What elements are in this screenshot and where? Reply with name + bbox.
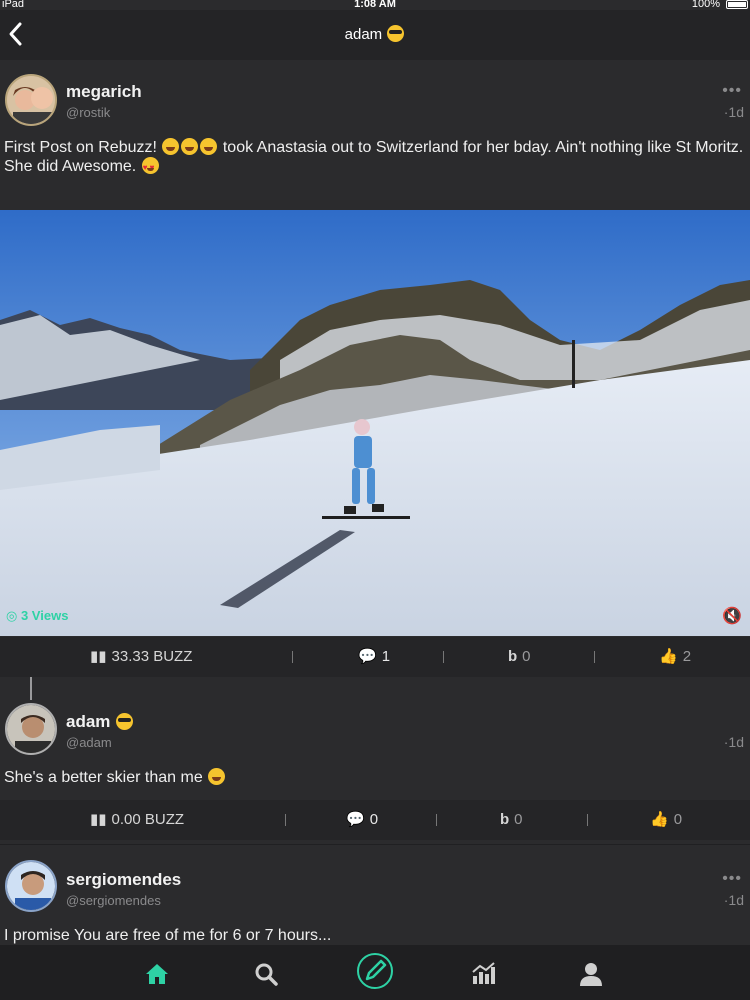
tab-stats[interactable] [463, 953, 503, 993]
stats-icon [472, 962, 495, 985]
grin-emoji-icon [162, 138, 180, 155]
battery-percent: 100% [691, 0, 720, 10]
reply-stats-bar: ▮▮ 0.00 BUZZ 💬 0 b0 👍 0 [0, 800, 750, 840]
view-count-text: 3 Views [20, 608, 69, 623]
views-icon: ◎ [6, 608, 18, 623]
thread-line [30, 677, 32, 701]
nav-bar: adam [0, 10, 750, 60]
handle[interactable]: @rostik [66, 105, 110, 120]
laughing-emoji-icon [208, 768, 226, 785]
bar-chart-icon: ▮▮ [90, 811, 107, 828]
avatar[interactable] [5, 703, 57, 755]
tab-profile[interactable] [571, 953, 611, 993]
buzz-stat[interactable]: ▮▮ 33.33 BUZZ [90, 637, 192, 677]
post-time: ·1d [723, 892, 744, 908]
clock: 1:08 AM [354, 0, 396, 10]
rebuzz-button[interactable]: b0 [500, 800, 523, 840]
thumbs-up-icon: 👍 [650, 811, 669, 828]
avatar[interactable] [5, 74, 57, 126]
tab-bar [0, 945, 750, 1000]
reply-post: adam @adam ·1d She's a better skier than… [0, 700, 750, 800]
tab-home[interactable] [137, 953, 177, 993]
main-post: megarich @rostik ••• ·1d First Post on R… [0, 60, 750, 210]
battery-icon [726, 0, 748, 9]
comment-count: 1 [381, 648, 391, 665]
rebuzz-icon: b [500, 811, 510, 828]
username-text: adam [66, 712, 111, 731]
reply-text: She's a better skier than me [4, 769, 203, 786]
rebuzz-count: 0 [514, 811, 523, 828]
rebuzz-count: 0 [522, 648, 531, 665]
username[interactable]: sergiomendes [66, 870, 181, 890]
like-count: 2 [682, 648, 692, 665]
post-time: ·1d [723, 104, 744, 120]
comment-icon: 💬 [358, 648, 377, 665]
comment-button[interactable]: 💬 1 [358, 637, 390, 677]
rebuzz-button[interactable]: b0 [508, 637, 531, 677]
sunglasses-emoji-icon [387, 25, 405, 42]
view-count: ◎ 3 Views [6, 608, 68, 624]
handle[interactable]: @sergiomendes [66, 893, 161, 908]
sunglasses-emoji-icon [116, 713, 134, 730]
status-bar: iPad 1:08 AM 100% [0, 0, 750, 10]
post-text: She's a better skier than me [4, 768, 744, 787]
more-options-icon[interactable]: ••• [722, 82, 742, 100]
post-time: ·1d [723, 734, 744, 750]
divider [443, 651, 444, 663]
like-button[interactable]: 👍 2 [659, 637, 691, 677]
like-count: 0 [673, 811, 683, 828]
mute-icon[interactable]: 🔇 [722, 606, 742, 626]
comment-button[interactable]: 💬 0 [346, 800, 378, 840]
avatar-image [7, 705, 55, 753]
username[interactable]: megarich [66, 82, 142, 102]
post-photo[interactable]: ◎ 3 Views 🔇 [0, 210, 750, 636]
page-title: adam [0, 25, 750, 43]
post-text: First Post on Rebuzz! took Anastasia out… [4, 138, 744, 177]
divider [285, 814, 286, 826]
comment-icon: 💬 [346, 811, 365, 828]
buzz-stat[interactable]: ▮▮ 0.00 BUZZ [90, 800, 184, 840]
compose-icon [365, 959, 387, 981]
home-icon [146, 964, 168, 985]
divider [587, 814, 588, 826]
avatar[interactable] [5, 860, 57, 912]
tab-compose[interactable] [357, 953, 393, 989]
divider [594, 651, 595, 663]
avatar-image [7, 76, 55, 124]
like-button[interactable]: 👍 0 [650, 800, 682, 840]
comment-count: 0 [369, 811, 379, 828]
post: sergiomendes @sergiomendes ••• ·1d I pro… [0, 844, 750, 945]
page-title-text: adam [344, 26, 383, 43]
heart-eyes-emoji-icon [141, 157, 159, 177]
handle[interactable]: @adam [66, 735, 112, 750]
bar-chart-icon: ▮▮ [90, 648, 107, 665]
grin-emoji-icon [181, 138, 199, 155]
buzz-value: 33.33 BUZZ [111, 648, 193, 665]
thumbs-up-icon: 👍 [659, 648, 678, 665]
post-text: I promise You are free of me for 6 or 7 … [4, 927, 332, 944]
post-stats-bar: ▮▮ 33.33 BUZZ 💬 1 b0 👍 2 [0, 637, 750, 677]
avatar-image [7, 862, 55, 910]
profile-icon [580, 963, 602, 987]
ski-slope-image [0, 210, 750, 636]
more-options-icon[interactable]: ••• [722, 870, 742, 888]
grin-emoji-icon [200, 138, 218, 155]
username[interactable]: adam [66, 712, 134, 732]
divider [436, 814, 437, 826]
post-text-part1: First Post on Rebuzz! [4, 139, 157, 156]
rebuzz-icon: b [508, 648, 518, 665]
divider [292, 651, 293, 663]
buzz-value: 0.00 BUZZ [111, 811, 185, 828]
tab-search[interactable] [246, 953, 286, 993]
search-icon [255, 963, 278, 986]
